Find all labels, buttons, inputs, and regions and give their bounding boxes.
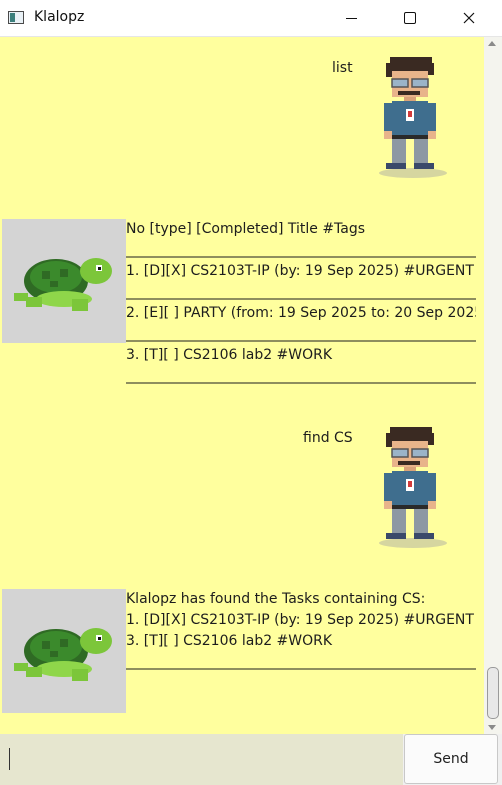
divider-line: ________________________________________… (126, 284, 476, 300)
user-message-text: list (332, 60, 353, 76)
scroll-up-icon[interactable] (488, 41, 496, 46)
user-avatar-icon (376, 425, 450, 551)
scroll-thumb[interactable] (487, 667, 499, 719)
bot-message-line: 1. [D][X] CS2103T-IP (by: 19 Sep 2025) #… (126, 263, 474, 279)
dialog-container[interactable]: list No [type] [Completed] Title #Tags _… (0, 37, 484, 734)
divider-line: ________________________________________… (126, 654, 476, 670)
maximize-icon (404, 12, 416, 24)
bot-message: No [type] [Completed] Title #Tags ______… (126, 219, 476, 387)
maximize-button[interactable] (387, 0, 433, 36)
text-caret (9, 748, 10, 770)
divider-line: ________________________________________… (126, 368, 476, 384)
user-avatar-icon (376, 55, 450, 181)
bot-message: Klalopz has found the Tasks containing C… (126, 589, 476, 673)
bot-message-line: 3. [T][ ] CS2106 lab2 #WORK (126, 633, 333, 649)
minimize-icon (345, 17, 357, 19)
bot-message-line: 2. [E][ ] PARTY (from: 19 Sep 2025 to: 2… (126, 305, 476, 321)
bot-message-line: 3. [T][ ] CS2106 lab2 #WORK (126, 347, 333, 363)
divider-line: ________________________________________… (126, 326, 476, 342)
divider-line: ________________________________________… (126, 242, 476, 258)
bot-avatar-icon (2, 589, 126, 713)
user-message-text: find CS (303, 430, 353, 446)
bot-avatar-icon (2, 219, 126, 343)
user-input-field[interactable] (0, 734, 403, 785)
title-bar: Klalopz (0, 0, 502, 37)
vertical-scrollbar[interactable] (484, 37, 502, 734)
minimize-button[interactable] (328, 0, 374, 36)
scroll-down-icon[interactable] (488, 725, 496, 730)
app-window-icon (8, 11, 24, 24)
close-icon (463, 12, 475, 24)
window-title: Klalopz (34, 9, 85, 25)
bot-message-line: No [type] [Completed] Title #Tags (126, 221, 366, 237)
send-button[interactable]: Send (404, 734, 498, 784)
bot-message-line: 1. [D][X] CS2103T-IP (by: 19 Sep 2025) #… (126, 612, 474, 628)
bot-message-line: Klalopz has found the Tasks containing C… (126, 591, 426, 607)
close-button[interactable] (446, 0, 492, 36)
input-bar: Send (0, 734, 502, 785)
